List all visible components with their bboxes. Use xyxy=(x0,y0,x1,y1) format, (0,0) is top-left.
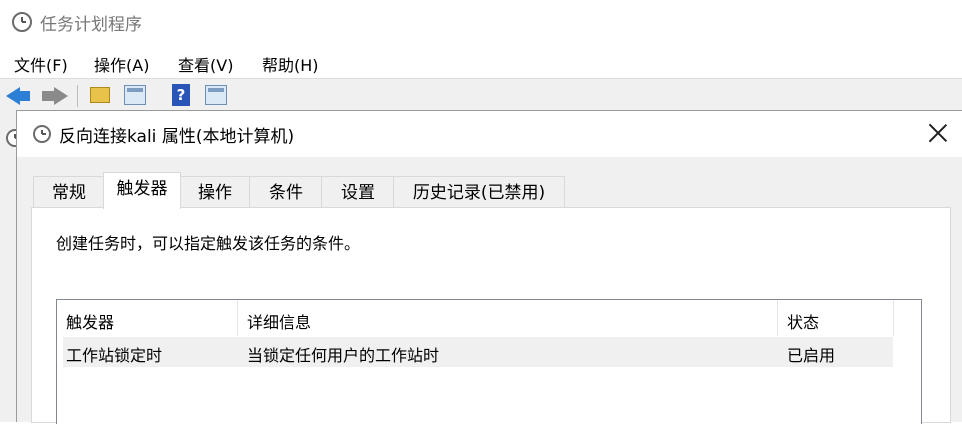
triggers-tab-page: 创建任务时，可以指定触发该任务的条件。 触发器 详细信息 状态 工作站锁定时 当… xyxy=(31,207,951,424)
menu-help[interactable]: 帮助(H) xyxy=(262,52,319,76)
close-icon[interactable] xyxy=(928,123,948,143)
forward-arrow-icon[interactable] xyxy=(54,87,68,105)
tab-conditions[interactable]: 条件 xyxy=(249,176,323,208)
dialog-title: 反向连接kali 属性(本地计算机) xyxy=(59,127,295,147)
tab-actions[interactable]: 操作 xyxy=(179,176,251,208)
dialog-title-bar: 反向连接kali 属性(本地计算机) xyxy=(17,111,962,157)
menu-bar: 文件(F) 操作(A) 查看(V) 帮助(H) xyxy=(0,44,962,79)
triggers-list[interactable]: 触发器 详细信息 状态 工作站锁定时 当锁定任何用户的工作站时 已启用 xyxy=(56,299,922,424)
tab-settings[interactable]: 设置 xyxy=(321,176,395,208)
menu-view[interactable]: 查看(V) xyxy=(178,52,233,76)
up-folder-icon[interactable] xyxy=(90,87,110,103)
triggers-description: 创建任务时，可以指定触发该任务的条件。 xyxy=(56,234,361,253)
tab-history[interactable]: 历史记录(已禁用) xyxy=(393,176,565,208)
menu-file[interactable]: 文件(F) xyxy=(14,52,68,76)
details-cell: 当锁定任何用户的工作站时 xyxy=(247,346,440,365)
back-arrow-tail xyxy=(18,91,30,101)
tab-triggers[interactable]: 触发器 xyxy=(103,172,181,209)
forward-arrow-tail xyxy=(42,91,54,101)
task-scheduler-clock-icon xyxy=(12,12,32,32)
column-header-status[interactable]: 状态 xyxy=(787,309,819,333)
show-hide-console-tree-icon[interactable] xyxy=(124,85,146,105)
menu-action[interactable]: 操作(A) xyxy=(94,52,149,76)
column-divider[interactable] xyxy=(893,300,894,336)
toolbar-separator xyxy=(77,85,78,107)
column-header-details[interactable]: 详细信息 xyxy=(247,309,311,333)
column-header-trigger[interactable]: 触发器 xyxy=(66,309,114,333)
help-icon[interactable]: ? xyxy=(172,84,190,106)
column-divider[interactable] xyxy=(777,300,778,336)
task-properties-dialog: 反向连接kali 属性(本地计算机) 常规 触发器 操作 条件 设置 历史记录(… xyxy=(16,110,962,424)
triggers-list-header: 触发器 详细信息 状态 xyxy=(57,300,894,336)
status-cell: 已启用 xyxy=(787,346,836,365)
column-divider[interactable] xyxy=(237,300,238,336)
show-hide-action-pane-icon[interactable] xyxy=(205,85,227,105)
dialog-clock-icon xyxy=(33,125,51,143)
app-title-bar: 任务计划程序 xyxy=(0,0,962,44)
app-title: 任务计划程序 xyxy=(40,15,142,35)
trigger-cell: 工作站锁定时 xyxy=(66,346,163,365)
tab-general[interactable]: 常规 xyxy=(33,176,105,208)
table-row[interactable]: 工作站锁定时 当锁定任何用户的工作站时 已启用 xyxy=(63,337,893,367)
toolbar: ? xyxy=(0,79,962,111)
